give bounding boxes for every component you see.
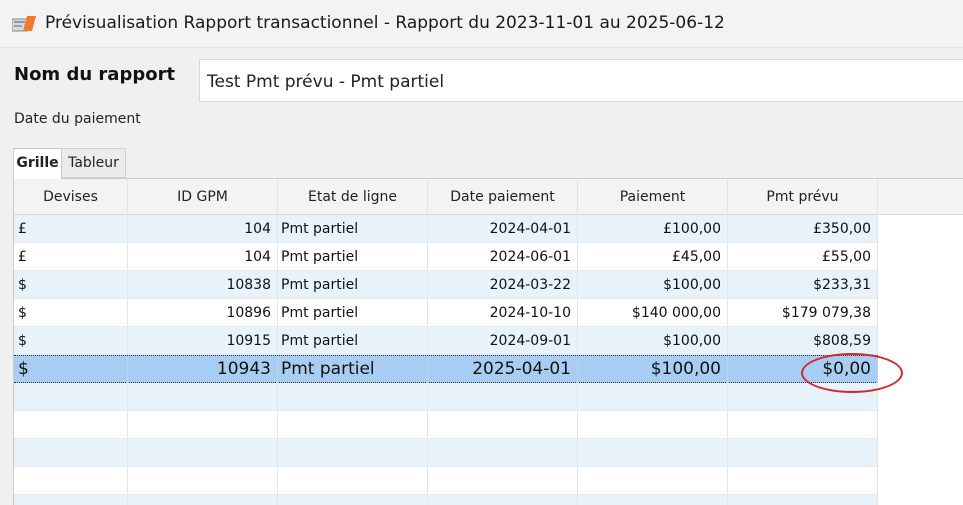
table-row[interactable]: £ 104 Pmt partiel 2024-06-01 £45,00 £55,…	[14, 243, 878, 271]
cell-paiement: £100,00	[578, 215, 728, 243]
data-grid[interactable]: Devises ID GPM Etat de ligne Date paieme…	[13, 178, 963, 505]
cell-pmt-prevu: $179 079,38	[728, 299, 878, 327]
column-header-id-gpm[interactable]: ID GPM	[128, 179, 278, 215]
grid-header: Devises ID GPM Etat de ligne Date paieme…	[14, 179, 963, 215]
column-header-date[interactable]: Date paiement	[428, 179, 578, 215]
cell-devise: £	[14, 243, 128, 271]
empty-row	[14, 467, 878, 495]
empty-row	[14, 411, 878, 439]
column-header-etat[interactable]: Etat de ligne	[278, 179, 428, 215]
cell-pmt-prevu: £350,00	[728, 215, 878, 243]
cell-pmt-prevu: $808,59	[728, 327, 878, 355]
cell-date: 2024-06-01	[428, 243, 578, 271]
cell-date: 2024-04-01	[428, 215, 578, 243]
cell-paiement: $100,00	[578, 327, 728, 355]
tab-grille[interactable]: Grille	[13, 148, 62, 179]
report-app-icon	[12, 16, 36, 32]
cell-etat: Pmt partiel	[278, 327, 428, 355]
table-row[interactable]: $ 10838 Pmt partiel 2024-03-22 $100,00 $…	[14, 271, 878, 299]
cell-pmt-prevu: $233,31	[728, 271, 878, 299]
cell-etat: Pmt partiel	[278, 215, 428, 243]
cell-etat: Pmt partiel	[278, 243, 428, 271]
title-bar: Prévisualisation Rapport transactionnel …	[0, 0, 963, 48]
tab-tableur[interactable]: Tableur	[61, 148, 126, 178]
cell-date: 2025-04-01	[428, 356, 578, 384]
payment-date-label: Date du paiement	[14, 111, 141, 127]
cell-devise: £	[14, 215, 128, 243]
table-row[interactable]: $ 10915 Pmt partiel 2024-09-01 $100,00 $…	[14, 327, 878, 355]
cell-paiement: $100,00	[578, 271, 728, 299]
cell-etat: Pmt partiel	[278, 299, 428, 327]
cell-pmt-prevu: £55,00	[728, 243, 878, 271]
cell-id: 104	[128, 215, 278, 243]
cell-devise: $	[14, 271, 128, 299]
cell-paiement: $100,00	[578, 356, 728, 384]
cell-paiement: $140 000,00	[578, 299, 728, 327]
cell-etat: Pmt partiel	[278, 356, 428, 384]
table-row-selected[interactable]: $ 10943 Pmt partiel 2025-04-01 $100,00 $…	[14, 355, 878, 384]
window-title: Prévisualisation Rapport transactionnel …	[45, 13, 725, 33]
cell-id: 10838	[128, 271, 278, 299]
cell-id: 10896	[128, 299, 278, 327]
cell-date: 2024-10-10	[428, 299, 578, 327]
cell-id: 10943	[128, 356, 278, 384]
cell-id: 10915	[128, 327, 278, 355]
empty-row	[14, 495, 878, 505]
cell-devise: $	[14, 356, 128, 384]
cell-id: 104	[128, 243, 278, 271]
cell-date: 2024-03-22	[428, 271, 578, 299]
empty-row	[14, 383, 878, 411]
cell-devise: $	[14, 327, 128, 355]
table-row[interactable]: £ 104 Pmt partiel 2024-04-01 £100,00 £35…	[14, 215, 878, 243]
report-name-label: Nom du rapport	[14, 64, 176, 85]
table-row[interactable]: $ 10896 Pmt partiel 2024-10-10 $140 000,…	[14, 299, 878, 327]
cell-paiement: £45,00	[578, 243, 728, 271]
cell-devise: $	[14, 299, 128, 327]
column-header-devises[interactable]: Devises	[14, 179, 128, 215]
empty-row	[14, 439, 878, 467]
cell-etat: Pmt partiel	[278, 271, 428, 299]
cell-date: 2024-09-01	[428, 327, 578, 355]
column-header-pmt-prevu[interactable]: Pmt prévu	[728, 179, 878, 215]
cell-pmt-prevu: $0,00	[728, 356, 878, 384]
column-header-paiement[interactable]: Paiement	[578, 179, 728, 215]
report-name-input[interactable]: Test Pmt prévu - Pmt partiel	[199, 59, 963, 102]
